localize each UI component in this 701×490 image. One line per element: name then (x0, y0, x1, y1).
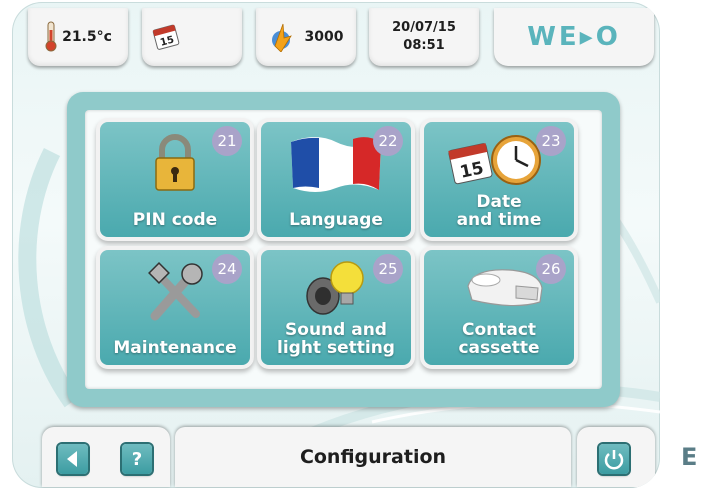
temperature-value: 21.5°c (62, 29, 112, 45)
tile-number: 22 (373, 126, 403, 156)
help-label: ? (131, 448, 143, 470)
power-area (577, 427, 655, 487)
tile-label: Date and time (456, 192, 542, 230)
tile-label: Sound and light setting (277, 320, 395, 358)
counter-tab: 3000 (256, 8, 356, 66)
power-icon (604, 450, 624, 470)
datetime-tab: 20/07/15 08:51 (369, 8, 479, 66)
calendar-tab[interactable]: 15 (142, 8, 242, 66)
tile-label: Contact cassette (458, 320, 540, 358)
back-button[interactable] (58, 444, 88, 474)
calendar-icon: 15 (152, 24, 180, 50)
tile-label: PIN code (132, 210, 218, 230)
date-value: 20/07/15 (392, 20, 456, 35)
tile-label: Maintenance (113, 338, 237, 358)
time-value: 08:51 (403, 38, 445, 53)
counter-value: 3000 (304, 29, 344, 45)
tile-number: 24 (212, 254, 242, 284)
tile-pin-code[interactable]: 21 PIN code (100, 122, 250, 237)
tile-number: 23 (536, 126, 566, 156)
thermometer-icon (45, 21, 57, 52)
page-title: Configuration (299, 446, 447, 468)
svg-text:15: 15 (159, 34, 175, 48)
tile-maintenance[interactable]: 24 Maintenance (100, 250, 250, 365)
signal-icon (271, 23, 292, 52)
tile-label: Language (289, 210, 383, 230)
tile-language[interactable]: 22 Language (261, 122, 411, 237)
corner-letter: E (681, 443, 698, 471)
temperature-tab: 21.5°c (28, 8, 128, 66)
brand-logo-text: WE▸O (527, 22, 621, 52)
tile-sound-light[interactable]: 25 Sound and light setting (261, 250, 411, 365)
tile-contact-cassette[interactable]: 26 Contact cassette (424, 250, 574, 365)
tile-date-time[interactable]: 15 23 Date and time (424, 122, 574, 237)
power-button[interactable] (599, 444, 629, 474)
device-screen: 21.5°c 15 3000 20/07/15 08:51 WE▸O 21 PI… (12, 2, 660, 488)
help-button[interactable]: ? (122, 444, 152, 474)
back-arrow-icon (67, 451, 77, 467)
tile-number: 26 (536, 254, 566, 284)
page-title-bar: Configuration (175, 427, 571, 487)
nav-button-group: ? (42, 427, 170, 487)
brand-logo: WE▸O (494, 8, 654, 66)
tile-number: 21 (212, 126, 242, 156)
tile-number: 25 (373, 254, 403, 284)
